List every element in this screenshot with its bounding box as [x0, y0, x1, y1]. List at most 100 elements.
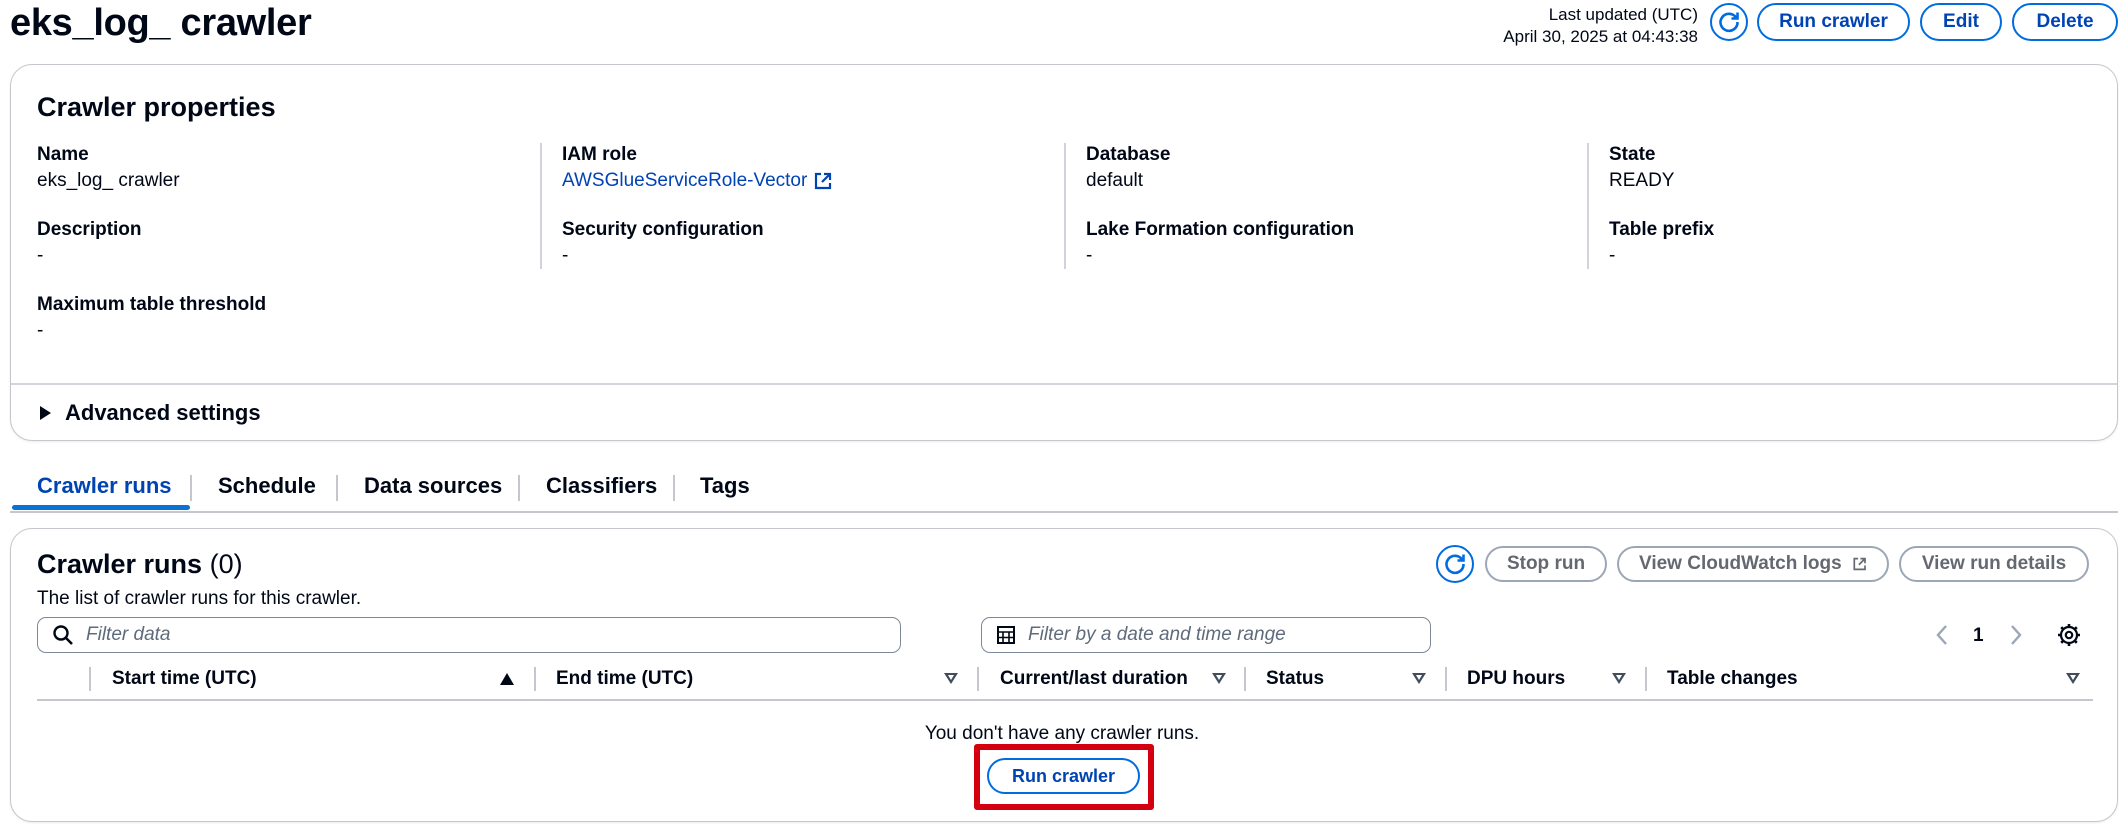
current-page[interactable]: 1 [1973, 625, 1984, 647]
prop-value: - [37, 320, 44, 341]
prop-description: Description - [37, 219, 142, 267]
external-link-icon [815, 172, 832, 190]
column-separator [1645, 667, 1647, 691]
crawler-runs-count: (0) [209, 549, 243, 579]
tab-classifiers[interactable]: Classifiers [546, 473, 657, 499]
delete-button[interactable]: Delete [2012, 3, 2118, 41]
prop-security-configuration: Security configuration - [562, 219, 764, 267]
prop-database: Database default [1086, 144, 1171, 192]
prop-label: Database [1086, 144, 1171, 165]
prop-value: - [1086, 245, 1093, 266]
tab-tags[interactable]: Tags [700, 473, 750, 499]
previous-page-button[interactable] [1932, 623, 1952, 647]
tab-separator [336, 475, 338, 501]
tab-data-sources[interactable]: Data sources [364, 473, 502, 499]
view-cloudwatch-logs-button[interactable]: View CloudWatch logs [1617, 546, 1889, 582]
prop-value: READY [1609, 170, 1675, 191]
divider [11, 383, 2117, 385]
prop-max-table-threshold: Maximum table threshold - [37, 294, 266, 342]
sort-icon[interactable] [2066, 673, 2080, 684]
table-header-divider [37, 699, 2093, 701]
prop-label: Description [37, 219, 142, 240]
column-duration[interactable]: Current/last duration [1000, 668, 1188, 690]
iam-role-link-text[interactable]: AWSGlueServiceRole-Vector [562, 170, 807, 192]
refresh-icon [1719, 12, 1739, 33]
sort-icon[interactable] [944, 673, 958, 684]
prop-state: State READY [1609, 144, 1674, 192]
prop-label: State [1609, 144, 1656, 165]
tabs-baseline [10, 511, 2118, 513]
prop-label: Table prefix [1609, 219, 1715, 240]
prop-label: Name [37, 144, 89, 165]
refresh-runs-button[interactable] [1436, 545, 1474, 583]
sort-icon[interactable] [1612, 673, 1626, 684]
column-dpu-hours[interactable]: DPU hours [1467, 668, 1565, 690]
sort-icon[interactable] [1412, 673, 1426, 684]
tab-separator [190, 475, 192, 501]
active-tab-indicator [12, 505, 190, 510]
column-separator [89, 667, 91, 691]
sort-icon[interactable] [1212, 673, 1226, 684]
prop-label: Lake Formation configuration [1086, 219, 1355, 240]
column-separator [1244, 667, 1246, 691]
crawler-runs-title-text: Crawler runs [37, 549, 203, 579]
column-separator [1445, 667, 1447, 691]
advanced-settings-toggle[interactable]: Advanced settings [40, 400, 261, 426]
last-updated: Last updated (UTC) April 30, 2025 at 04:… [1503, 4, 1698, 48]
chevron-right-icon [2011, 625, 2022, 645]
prop-label: Maximum table threshold [37, 294, 267, 315]
highlight-box [974, 744, 1154, 810]
tab-crawler-runs[interactable]: Crawler runs [37, 473, 172, 499]
filter-data-input[interactable]: Filter data [37, 617, 901, 653]
prop-table-prefix: Table prefix - [1609, 219, 1714, 267]
caret-right-icon [40, 406, 51, 420]
external-link-icon [1853, 557, 1866, 571]
next-page-button[interactable] [2006, 623, 2026, 647]
view-cloudwatch-logs-label[interactable]: View CloudWatch logs [1639, 553, 1842, 575]
view-run-details-button[interactable]: View run details [1899, 546, 2089, 582]
run-crawler-button[interactable]: Run crawler [1757, 3, 1910, 41]
date-range-filter[interactable]: Filter by a date and time range [981, 617, 1431, 653]
crawler-runs-title: Crawler runs (0) [37, 549, 243, 580]
prop-label: IAM role [562, 144, 637, 165]
column-status[interactable]: Status [1266, 668, 1324, 690]
search-icon [53, 625, 73, 645]
chevron-left-icon [1936, 625, 1947, 645]
prop-value: - [1609, 245, 1616, 266]
tab-separator [518, 475, 520, 501]
prop-label: Security configuration [562, 219, 764, 240]
calendar-icon [997, 626, 1015, 644]
column-start-time[interactable]: Start time (UTC) [112, 668, 257, 690]
refresh-button[interactable] [1710, 3, 1748, 41]
column-end-time[interactable]: End time (UTC) [556, 668, 693, 690]
tab-separator [673, 475, 675, 501]
prop-value: - [562, 245, 569, 266]
prop-iam-role: IAM role AWSGlueServiceRole-Vector [562, 144, 833, 192]
column-divider [1587, 143, 1589, 269]
refresh-icon [1445, 554, 1465, 575]
table-preferences-button[interactable] [2056, 622, 2082, 648]
column-table-changes[interactable]: Table changes [1667, 668, 1798, 690]
prop-value: default [1086, 170, 1144, 191]
column-separator [977, 667, 979, 691]
empty-state-message: You don't have any crawler runs. [924, 723, 1200, 744]
column-divider [1064, 143, 1066, 269]
gear-icon [2058, 624, 2080, 646]
date-range-placeholder[interactable]: Filter by a date and time range [1028, 624, 1286, 646]
filter-data-placeholder[interactable]: Filter data [86, 624, 170, 646]
prop-lake-formation: Lake Formation configuration - [1086, 219, 1354, 267]
prop-name: Name eks_log_ crawler [37, 144, 180, 192]
column-divider [540, 143, 542, 269]
last-updated-value: April 30, 2025 at 04:43:38 [1503, 27, 1698, 46]
edit-button[interactable]: Edit [1920, 3, 2002, 41]
crawler-runs-description: The list of crawler runs for this crawle… [37, 588, 362, 609]
advanced-settings-label[interactable]: Advanced settings [65, 400, 261, 426]
prop-value: - [37, 245, 44, 266]
last-updated-label: Last updated (UTC) [1548, 5, 1698, 24]
iam-role-link[interactable]: AWSGlueServiceRole-Vector [562, 170, 833, 192]
sort-ascending-icon[interactable] [500, 673, 514, 685]
tab-schedule[interactable]: Schedule [218, 473, 316, 499]
stop-run-button[interactable]: Stop run [1485, 546, 1607, 582]
page-title: eks_log_ crawler [10, 2, 312, 44]
properties-title: Crawler properties [37, 92, 276, 122]
